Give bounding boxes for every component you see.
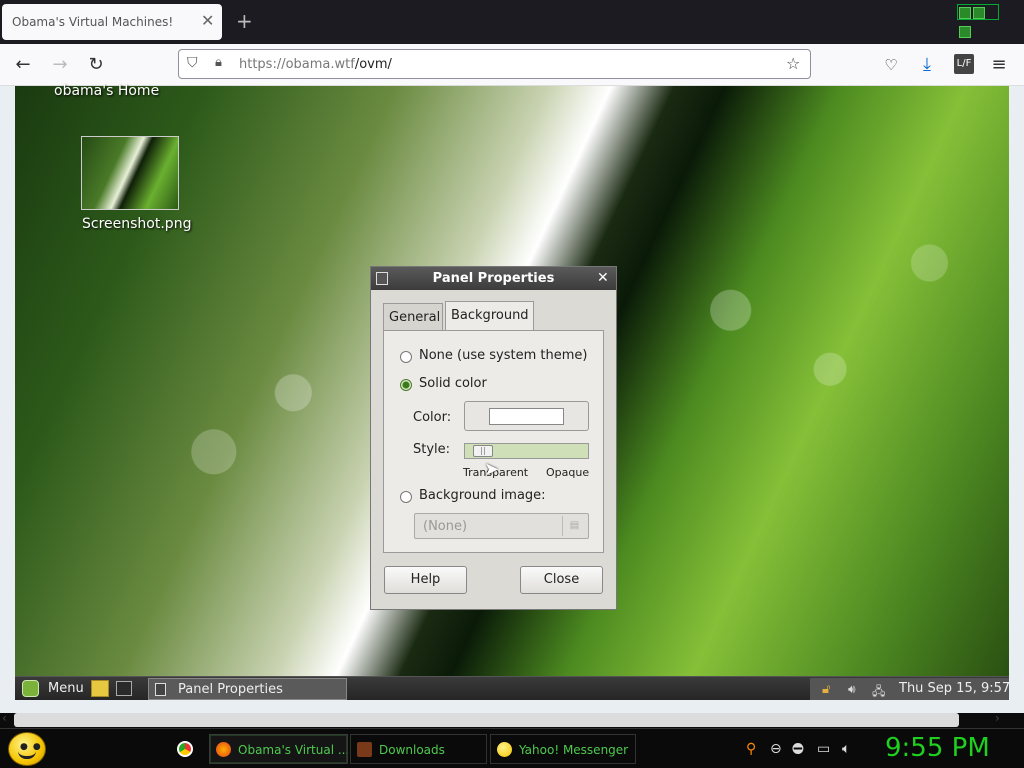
help-button[interactable]: Help bbox=[384, 566, 467, 594]
window-icon bbox=[155, 683, 166, 696]
menu-button[interactable]: Menu bbox=[48, 681, 84, 696]
nav-bar: ← → ↻ ⛉ 🔒︎ https://obama.wtf/ovm/ ☆ ♡ ⤓ … bbox=[0, 44, 1024, 86]
host-task-label: Obama's Virtual ... bbox=[238, 743, 348, 757]
panel-properties-dialog: Panel Properties ✕ General Background No… bbox=[370, 266, 617, 610]
dialog-titlebar[interactable]: Panel Properties ✕ bbox=[371, 267, 616, 290]
pocket-icon[interactable]: ♡ bbox=[880, 54, 902, 76]
scroll-right-icon[interactable]: › bbox=[995, 711, 1000, 725]
slider-thumb[interactable]: || bbox=[473, 445, 493, 457]
horizontal-scrollbar[interactable] bbox=[14, 713, 959, 727]
host-task-yahoo-messenger[interactable]: Yahoo! Messenger bbox=[490, 734, 636, 764]
close-button[interactable]: Close bbox=[520, 566, 603, 594]
host-task-label: Yahoo! Messenger bbox=[519, 743, 629, 757]
forward-icon[interactable]: → bbox=[49, 54, 71, 76]
folder-icon bbox=[357, 742, 372, 757]
color-label: Color: bbox=[413, 410, 452, 425]
remote-panel: Menu Panel Properties 🔓︎ 🔊︎ 🖧 Thu Sep 15… bbox=[15, 676, 1010, 700]
bookmark-star-icon[interactable]: ☆ bbox=[786, 54, 800, 73]
downloads-icon[interactable]: ⤓ bbox=[916, 54, 938, 76]
chrome-icon[interactable] bbox=[177, 741, 193, 757]
radio-background-image-label[interactable]: Background image: bbox=[419, 488, 546, 503]
taskbar-item-label: Panel Properties bbox=[178, 682, 283, 697]
window-controls[interactable] bbox=[957, 4, 999, 38]
radio-background-image[interactable] bbox=[400, 491, 412, 503]
host-task-downloads[interactable]: Downloads bbox=[350, 734, 487, 764]
host-task-label: Downloads bbox=[379, 743, 445, 757]
system-tray: 🔓︎ 🔊︎ 🖧 Thu Sep 15, 9:57 bbox=[810, 678, 1010, 700]
host-task-firefox[interactable]: Obama's Virtual ... bbox=[209, 734, 348, 764]
tab-general[interactable]: General bbox=[383, 303, 443, 330]
screenshot-file-label[interactable]: Screenshot.png bbox=[82, 216, 191, 232]
search-icon[interactable]: ⚲ bbox=[746, 741, 756, 757]
dialog-close-icon[interactable]: ✕ bbox=[597, 270, 609, 286]
remote-clock[interactable]: Thu Sep 15, 9:57 bbox=[899, 681, 1010, 696]
reload-icon[interactable]: ↻ bbox=[85, 54, 107, 76]
smiley-mouth bbox=[18, 751, 36, 759]
back-icon[interactable]: ← bbox=[12, 54, 34, 76]
browser-tab[interactable]: Obama's Virtual Machines! ✕ bbox=[2, 4, 222, 40]
shield-icon[interactable]: ⛉ bbox=[187, 55, 198, 71]
yahoo-smiley-icon bbox=[497, 742, 512, 757]
scroll-left-icon[interactable]: ‹ bbox=[2, 711, 7, 725]
terminal-icon[interactable] bbox=[116, 681, 132, 696]
host-clock[interactable]: 9:55 PM bbox=[885, 733, 990, 763]
lock-icon[interactable]: 🔒︎ bbox=[215, 55, 222, 70]
background-image-chooser[interactable]: (None) ▤ bbox=[414, 513, 589, 539]
transparency-slider[interactable]: || bbox=[464, 443, 589, 459]
mouse-cursor-icon: ➤ bbox=[484, 459, 500, 480]
screenshot-file-icon[interactable] bbox=[81, 136, 179, 210]
text-editor-icon[interactable] bbox=[91, 680, 109, 697]
tab-title: Obama's Virtual Machines! bbox=[12, 15, 174, 29]
url-text: https://obama.wtf/ovm/ bbox=[239, 57, 392, 72]
background-image-value: (None) bbox=[423, 519, 468, 534]
color-picker-button[interactable] bbox=[464, 401, 589, 431]
radio-solid-color-label[interactable]: Solid color bbox=[419, 376, 487, 391]
status-icon[interactable]: ⊖ bbox=[770, 741, 782, 757]
slider-max-label: Opaque bbox=[546, 466, 590, 479]
home-folder-label[interactable]: obama's Home bbox=[54, 83, 159, 99]
new-tab-icon[interactable]: + bbox=[236, 9, 253, 33]
mint-menu-icon[interactable] bbox=[22, 680, 39, 697]
color-swatch bbox=[489, 408, 564, 425]
close-tab-icon[interactable]: ✕ bbox=[201, 11, 214, 30]
speaker-icon[interactable]: 🔈︎ bbox=[842, 741, 850, 757]
dialog-title: Panel Properties bbox=[432, 271, 555, 286]
start-smiley-icon[interactable]: ●● bbox=[8, 732, 46, 766]
radio-solid-color[interactable] bbox=[400, 379, 412, 391]
host-taskbar: ●● Obama's Virtual ... Downloads Yahoo! … bbox=[0, 728, 1024, 768]
radio-none[interactable] bbox=[400, 351, 412, 363]
taskbar-item-panel-properties[interactable]: Panel Properties bbox=[148, 678, 347, 700]
radio-none-label[interactable]: None (use system theme) bbox=[419, 348, 587, 363]
background-tab-panel: None (use system theme) Solid color Colo… bbox=[383, 330, 604, 553]
volume-icon[interactable]: 🔊︎ bbox=[848, 682, 862, 696]
extension-icon[interactable]: L/F bbox=[954, 54, 974, 74]
file-chooser-icon[interactable]: ▤ bbox=[562, 516, 586, 536]
tab-background[interactable]: Background bbox=[445, 301, 534, 331]
blocked-icon[interactable]: ⛔︎ bbox=[792, 741, 804, 757]
display-icon[interactable]: ▭ bbox=[817, 741, 830, 757]
menu-icon[interactable]: ≡ bbox=[988, 54, 1010, 76]
update-lock-icon[interactable]: 🔓︎ bbox=[822, 682, 836, 697]
tab-bar: Obama's Virtual Machines! ✕ + bbox=[0, 0, 1024, 44]
style-label: Style: bbox=[413, 442, 451, 457]
firefox-icon bbox=[216, 742, 231, 757]
url-bar[interactable]: ⛉ 🔒︎ https://obama.wtf/ovm/ ☆ bbox=[178, 49, 811, 79]
network-icon[interactable]: 🖧 bbox=[872, 682, 886, 698]
